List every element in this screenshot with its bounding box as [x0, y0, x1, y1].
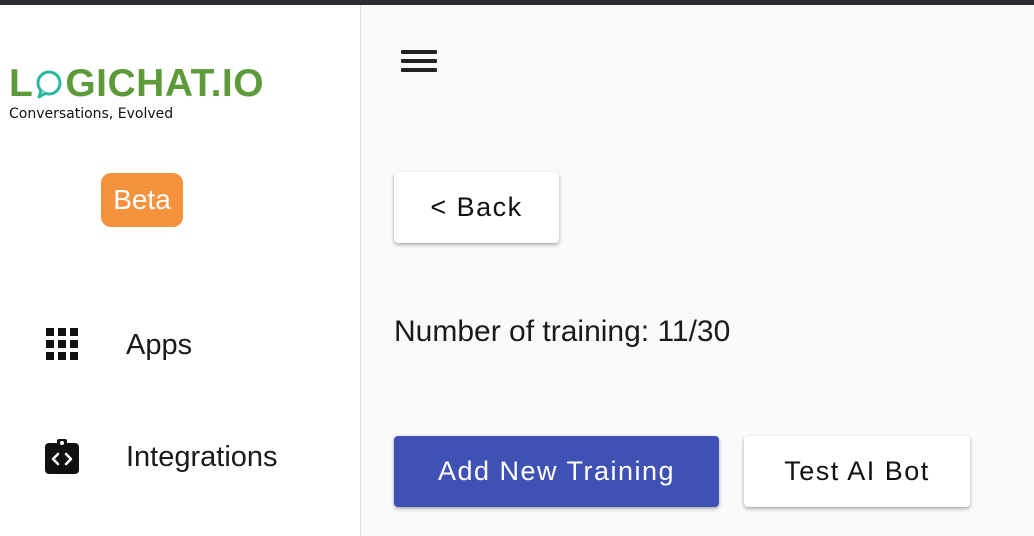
- hamburger-menu-icon[interactable]: [397, 41, 441, 81]
- logo-suffix: GICHAT.IO: [65, 62, 265, 105]
- chat-bubble-icon: [34, 65, 64, 99]
- sidebar-item-apps[interactable]: Apps: [0, 316, 360, 372]
- sidebar: L GICHAT.IO Conversations, Evolved Beta A…: [0, 5, 361, 536]
- apps-grid-icon: [44, 326, 80, 362]
- logo-prefix: L: [9, 62, 34, 105]
- app-window: L GICHAT.IO Conversations, Evolved Beta A…: [0, 5, 1034, 536]
- logo-wordmark: L GICHAT.IO: [9, 62, 289, 106]
- main-content: < Back Number of training: 11/30 Add New…: [361, 5, 1034, 536]
- integrations-code-icon: [44, 438, 80, 474]
- add-new-training-button[interactable]: Add New Training: [394, 436, 719, 507]
- sidebar-item-label: Integrations: [126, 441, 278, 473]
- training-count-text: Number of training: 11/30: [394, 315, 731, 348]
- sidebar-item-integrations[interactable]: Integrations: [0, 428, 360, 484]
- back-button[interactable]: < Back: [394, 172, 559, 243]
- beta-badge: Beta: [101, 173, 183, 227]
- test-ai-bot-button[interactable]: Test AI Bot: [744, 436, 970, 507]
- logo-tagline: Conversations, Evolved: [9, 106, 174, 122]
- logo: L GICHAT.IO Conversations, Evolved: [9, 62, 289, 132]
- sidebar-item-label: Apps: [126, 329, 193, 361]
